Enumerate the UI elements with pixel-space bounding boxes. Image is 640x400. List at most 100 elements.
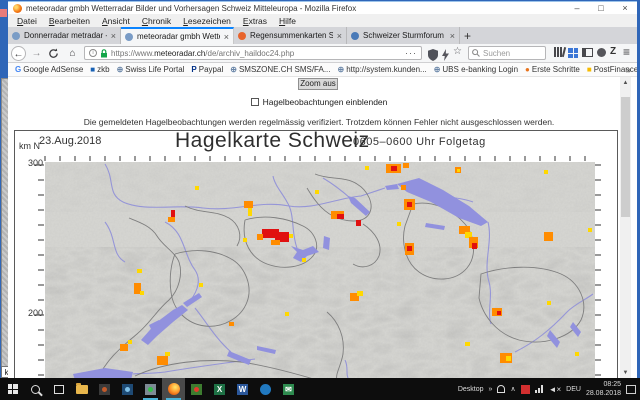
hidden-icons-chevron[interactable]: ∧ bbox=[510, 385, 515, 393]
forward-button[interactable]: → bbox=[29, 46, 44, 61]
tab-donnerradar-metradar-regen[interactable]: Donnerradar metradar - Regen× bbox=[8, 27, 121, 44]
bookmark-swiss-life-portal[interactable]: ⊕Swiss Life Portal bbox=[114, 65, 188, 74]
tab-close-icon[interactable]: × bbox=[111, 31, 116, 41]
y-axis-label-300: 300 bbox=[21, 158, 43, 168]
extension-icon[interactable] bbox=[597, 48, 606, 57]
taskbar-password-manager-icon[interactable] bbox=[139, 378, 162, 400]
password-manager-glyph bbox=[145, 384, 156, 395]
page-actions-icon[interactable]: ··· bbox=[405, 48, 417, 58]
bookmark-zkb[interactable]: ■zkb bbox=[87, 65, 112, 74]
taskbar-start-icon[interactable] bbox=[1, 378, 24, 400]
tab-favicon bbox=[351, 32, 359, 40]
tab-schweizer-sturmforum-antw[interactable]: Schweizer Sturmforum - Antw× bbox=[347, 27, 460, 44]
bookmark-icon: ● bbox=[525, 66, 530, 74]
search-input[interactable]: Suchen bbox=[468, 46, 546, 60]
hail-cell bbox=[271, 240, 280, 245]
hail-cell bbox=[391, 166, 397, 171]
bookmark-star-icon[interactable]: ☆ bbox=[453, 46, 462, 57]
speaker-muted-icon[interactable]: ◄× bbox=[549, 385, 562, 394]
navigation-toolbar: ← → ⌂ i https://www.meteoradar.ch/de/arc… bbox=[8, 44, 637, 63]
bookmark-icon: ⊕ bbox=[338, 66, 345, 74]
zotero-icon[interactable]: Z bbox=[610, 46, 616, 57]
hail-cell bbox=[315, 190, 319, 194]
close-button[interactable]: × bbox=[613, 2, 637, 14]
speed-dial-grid-icon[interactable] bbox=[568, 48, 578, 58]
reload-icon[interactable] bbox=[46, 46, 61, 61]
page-scrollbar[interactable]: ▲ ▼ bbox=[620, 77, 631, 379]
menu-hamburger-icon[interactable]: ≡ bbox=[623, 45, 630, 59]
hail-cell bbox=[575, 352, 579, 356]
sidebar-icon[interactable] bbox=[582, 48, 593, 57]
action-center-icon[interactable] bbox=[626, 385, 636, 394]
bookmark-label: SMSZONE.CH SMS/FA... bbox=[239, 65, 331, 74]
taskbar-photos-icon[interactable] bbox=[116, 378, 139, 400]
taskbar-app-dark-icon[interactable] bbox=[93, 378, 116, 400]
tray-date: 28.08.2018 bbox=[586, 390, 621, 397]
bookmark-icon: P bbox=[191, 66, 196, 74]
menu-item-bearbeiten[interactable]: Bearbeiten bbox=[44, 16, 95, 26]
menu-item-datei[interactable]: Datei bbox=[12, 16, 42, 26]
tab-strip: Donnerradar metradar - Regen×meteoradar … bbox=[8, 27, 637, 44]
hail-cell bbox=[544, 232, 553, 241]
bookmark-google-adsense[interactable]: GGoogle AdSense bbox=[12, 65, 86, 74]
hail-cell bbox=[497, 311, 501, 315]
page-info-icon[interactable]: i bbox=[89, 49, 97, 57]
menu-item-lesezeichen[interactable]: Lesezeichen bbox=[178, 16, 236, 26]
url-bar[interactable]: i https://www.meteoradar.ch/de/archiv_ha… bbox=[84, 46, 422, 60]
clock[interactable]: 08:25 28.08.2018 bbox=[586, 380, 621, 398]
hail-cell bbox=[472, 243, 477, 249]
hail-observations-checkbox[interactable] bbox=[251, 98, 259, 106]
people-icon[interactable] bbox=[497, 385, 505, 393]
menu-item-hilfe[interactable]: Hilfe bbox=[274, 16, 301, 26]
antivirus-tray-icon[interactable] bbox=[521, 385, 530, 394]
tab-close-icon[interactable]: × bbox=[450, 31, 455, 41]
maximize-button[interactable]: □ bbox=[589, 2, 613, 14]
taskbar-search-icon[interactable] bbox=[24, 378, 47, 400]
firefox-window: meteoradar gmbh Wetterradar Bilder und V… bbox=[8, 1, 637, 378]
bookmark-ubs-e-banking-login[interactable]: ⊕UBS e-banking Login bbox=[431, 65, 521, 74]
hail-cell bbox=[289, 234, 293, 238]
hail-cell bbox=[407, 246, 412, 251]
image-viewer-glyph bbox=[191, 384, 202, 395]
taskbar-task-view-icon[interactable] bbox=[47, 378, 70, 400]
menu-item-ansicht[interactable]: Ansicht bbox=[97, 16, 135, 26]
bookmark-icon: ■ bbox=[90, 66, 95, 74]
map-title: Hagelkarte Schweiz bbox=[175, 129, 370, 153]
language-indicator[interactable]: DEU bbox=[566, 386, 581, 393]
desktop-toolbar-label[interactable]: Desktop bbox=[458, 386, 484, 393]
scroll-up-icon[interactable]: ▲ bbox=[620, 77, 631, 89]
hail-cell bbox=[229, 322, 234, 326]
bookmark-smszone-ch-sms-fa[interactable]: ⊕SMSZONE.CH SMS/FA... bbox=[227, 65, 333, 74]
network-icon[interactable] bbox=[535, 385, 544, 393]
bookmarks-overflow-chevron[interactable]: » bbox=[626, 65, 631, 75]
taskbar-firefox-icon[interactable] bbox=[162, 378, 185, 400]
taskbar-thunderbird-icon[interactable] bbox=[254, 378, 277, 400]
tab-close-icon[interactable]: × bbox=[337, 31, 342, 41]
taskbar-mail-icon[interactable]: ✉ bbox=[277, 378, 300, 400]
taskbar-image-viewer-icon[interactable] bbox=[185, 378, 208, 400]
bookmark-icon: ⊕ bbox=[230, 66, 237, 74]
zoom-aus-button[interactable]: Zoom aus bbox=[298, 78, 338, 90]
tab-close-icon[interactable]: × bbox=[224, 32, 229, 42]
bookmark-paypal[interactable]: PPaypal bbox=[188, 65, 226, 74]
desktop-toolbar-chevron[interactable]: » bbox=[489, 386, 493, 393]
bookmark-http-system-kunden[interactable]: ⊕http://system.kunden... bbox=[335, 65, 430, 74]
minimize-button[interactable]: – bbox=[565, 2, 589, 14]
bookmark-icon: ⊕ bbox=[434, 66, 441, 74]
thunderbird-glyph bbox=[260, 384, 271, 395]
menu-item-chronik[interactable]: Chronik bbox=[137, 16, 176, 26]
tab-regensummenkarten-schweiz[interactable]: Regensummenkarten Schweiz× bbox=[234, 27, 347, 44]
taskbar-file-explorer-icon[interactable] bbox=[70, 378, 93, 400]
system-tray: Desktop » ∧ ◄× DEU 08:25 28.08.2018 bbox=[458, 378, 640, 400]
hail-checkbox-row: Hagelbeobachtungen einblenden bbox=[8, 97, 630, 107]
new-tab-button[interactable]: + bbox=[460, 27, 480, 44]
tab-meteoradar-gmbh-wetterradar[interactable]: meteoradar gmbh Wetterradar× bbox=[121, 27, 234, 44]
taskbar-excel-icon[interactable]: X bbox=[208, 378, 231, 400]
home-button[interactable]: ⌂ bbox=[65, 46, 80, 61]
bookmark-erste-schritte[interactable]: ●Erste Schritte bbox=[522, 65, 583, 74]
taskbar-word-icon[interactable]: W bbox=[231, 378, 254, 400]
menu-item-extras[interactable]: Extras bbox=[238, 16, 272, 26]
back-button[interactable]: ← bbox=[11, 46, 26, 61]
library-icon[interactable] bbox=[554, 47, 566, 58]
scrollbar-thumb[interactable] bbox=[621, 97, 630, 217]
